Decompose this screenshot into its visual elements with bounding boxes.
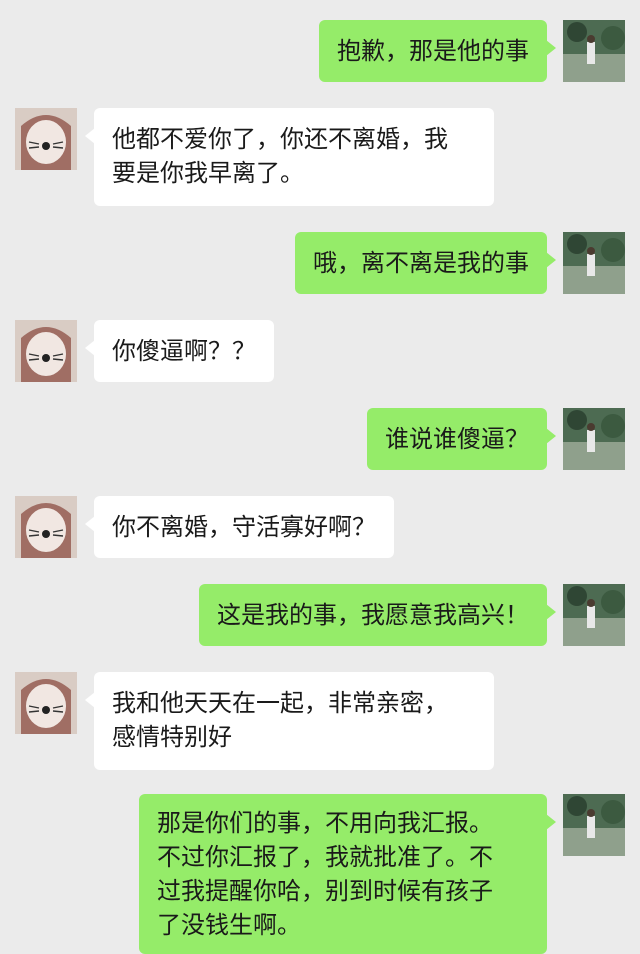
message-text: 抱歉，那是他的事 [337,37,529,65]
message-text: 谁说谁傻逼？ [385,425,529,453]
my-message-bubble[interactable]: 那是你们的事，不用向我汇报。 不过你汇报了，我就批准了。不 过我提醒你哈，别到时… [139,794,556,954]
message-text: 不过你汇报了，我就批准了。不 [157,843,493,871]
message-text: 过我提醒你哈，别到时候有孩子 [157,877,493,905]
message-text: 我和他天天在一起，非常亲密， [112,689,448,717]
message-text: 他都不爱你了，你还不离婚，我 [112,125,448,153]
their-message-bubble[interactable]: 我和他天天在一起，非常亲密， 感情特别好 [85,672,494,770]
message-text: 那是你们的事，不用向我汇报。 [157,809,493,837]
their-message-bubble[interactable]: 你傻逼啊？？ [85,320,274,382]
message-text: 你不离婚，守活寡好啊？ [112,513,376,541]
their-message-bubble[interactable]: 你不离婚，守活寡好啊？ [85,496,394,558]
my-avatar-icon[interactable] [563,794,625,856]
my-avatar-icon[interactable] [563,584,625,646]
my-avatar-icon[interactable] [563,408,625,470]
my-message-bubble[interactable]: 这是我的事，我愿意我高兴！ [199,584,556,646]
their-message-bubble[interactable]: 他都不爱你了，你还不离婚，我 要是你我早离了。 [85,108,494,206]
their-avatar-icon[interactable] [15,672,77,734]
their-avatar-icon[interactable] [15,496,77,558]
message-text: 要是你我早离了。 [112,159,304,187]
message-text: 这是我的事，我愿意我高兴！ [217,601,529,629]
message-text: 你傻逼啊？？ [112,337,256,365]
message-text: 感情特别好 [112,723,232,751]
my-message-bubble[interactable]: 抱歉，那是他的事 [319,20,556,82]
my-avatar-icon[interactable] [563,232,625,294]
message-text: 了没钱生啊。 [157,911,301,939]
my-avatar-icon[interactable] [563,20,625,82]
their-avatar-icon[interactable] [15,320,77,382]
message-text: 哦，离不离是我的事 [313,249,529,277]
my-message-bubble[interactable]: 谁说谁傻逼？ [367,408,556,470]
my-message-bubble[interactable]: 哦，离不离是我的事 [295,232,556,294]
their-avatar-icon[interactable] [15,108,77,170]
